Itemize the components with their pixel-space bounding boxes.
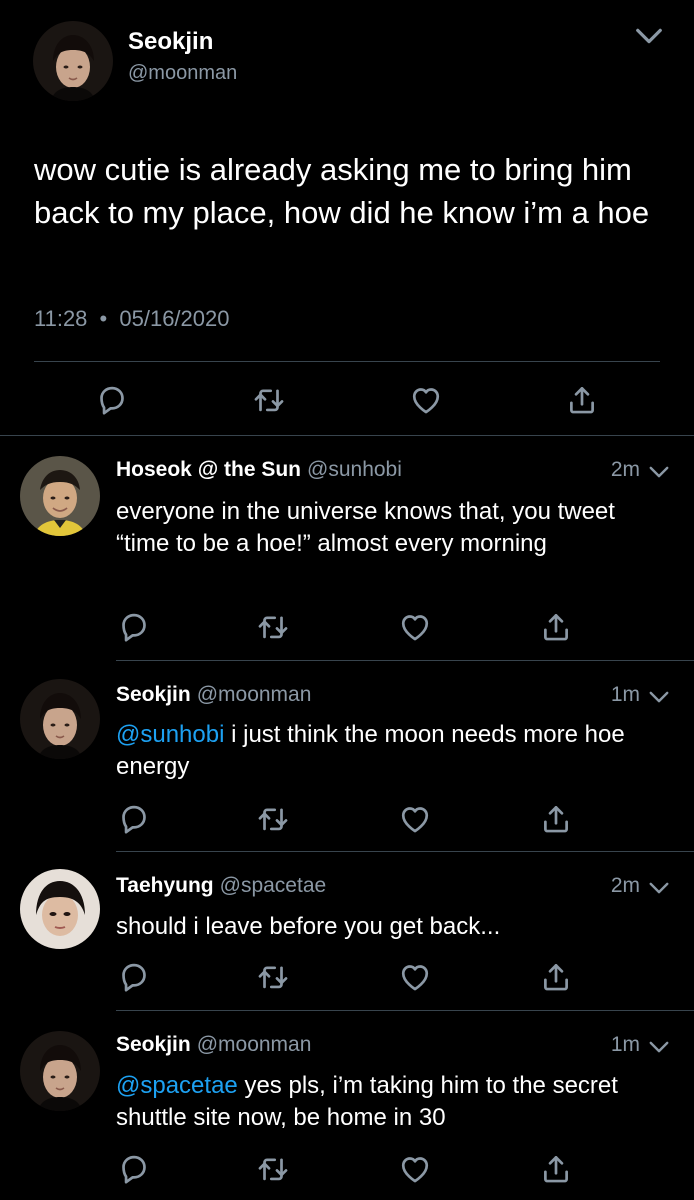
heart-icon[interactable]: [398, 610, 432, 644]
main-tweet: Seokjin @moonman wow cutie is already as…: [0, 0, 694, 435]
avatar[interactable]: [20, 1031, 100, 1111]
author-name[interactable]: Hoseok @ the Sun: [116, 458, 301, 481]
heart-icon[interactable]: [409, 383, 443, 417]
reply-text: @sunhobi i just think the moon needs mor…: [116, 719, 646, 783]
retweet-icon[interactable]: [252, 383, 286, 417]
chevron-down-icon[interactable]: [648, 1038, 670, 1056]
reply-icon[interactable]: [117, 960, 151, 994]
reply-author: Hoseok @ the Sun @sunhobi: [116, 458, 402, 482]
reply-icon[interactable]: [117, 610, 151, 644]
reply-tweet[interactable]: Hoseok @ the Sun @sunhobi 2m everyone in …: [0, 436, 694, 660]
reply-time: 1m: [610, 683, 640, 706]
reply-icon[interactable]: [95, 383, 129, 417]
tweet-timestamp: 11:28 • 05/16/2020: [34, 306, 229, 332]
reply-mention[interactable]: @sunhobi: [116, 721, 224, 748]
share-icon[interactable]: [539, 610, 573, 644]
share-icon[interactable]: [539, 960, 573, 994]
retweet-icon[interactable]: [256, 802, 290, 836]
share-icon[interactable]: [565, 383, 599, 417]
reply-author: Taehyung @spacetae: [116, 874, 326, 898]
retweet-icon[interactable]: [256, 1152, 290, 1186]
timestamp-separator: •: [99, 306, 108, 331]
reply-time: 2m: [610, 458, 640, 481]
reply-icon[interactable]: [117, 1152, 151, 1186]
chevron-down-icon[interactable]: [648, 688, 670, 706]
retweet-icon[interactable]: [256, 610, 290, 644]
author-name[interactable]: Seokjin: [116, 683, 191, 706]
author-name[interactable]: Seokjin: [116, 1033, 191, 1056]
share-icon[interactable]: [539, 1152, 573, 1186]
author-handle[interactable]: @sunhobi: [307, 458, 402, 481]
reply-author: Seokjin @moonman: [116, 683, 311, 707]
author-name[interactable]: Seokjin: [128, 28, 213, 56]
chevron-down-icon[interactable]: [648, 879, 670, 897]
avatar[interactable]: [20, 869, 100, 949]
reply-time: 1m: [610, 1033, 640, 1056]
heart-icon[interactable]: [398, 960, 432, 994]
reply-text: everyone in the universe knows that, you…: [116, 498, 615, 557]
author-handle[interactable]: @moonman: [197, 1033, 312, 1056]
reply-icon[interactable]: [117, 802, 151, 836]
avatar[interactable]: [20, 456, 100, 536]
tweet-text: wow cutie is already asking me to bring …: [34, 152, 650, 230]
reply-time: 2m: [610, 874, 640, 897]
reply-text: should i leave before you get back...: [116, 913, 501, 940]
tweet-date: 05/16/2020: [119, 306, 230, 331]
retweet-icon[interactable]: [256, 960, 290, 994]
author-handle[interactable]: @moonman: [197, 683, 312, 706]
share-icon[interactable]: [539, 802, 573, 836]
divider: [34, 361, 660, 362]
author-name[interactable]: Taehyung: [116, 874, 214, 897]
reply-author: Seokjin @moonman: [116, 1033, 311, 1057]
chevron-down-icon[interactable]: [634, 24, 664, 48]
avatar[interactable]: [20, 679, 100, 759]
reply-tweet[interactable]: Seokjin @moonman 1m @spacetae yes pls, i’…: [0, 1011, 694, 1200]
chevron-down-icon[interactable]: [648, 463, 670, 481]
reply-tweet[interactable]: Taehyung @spacetae 2m should i leave befo…: [0, 852, 694, 1010]
avatar[interactable]: [33, 21, 113, 101]
author-handle[interactable]: @moonman: [128, 62, 237, 85]
reply-text: @spacetae yes pls, i’m taking him to the…: [116, 1070, 636, 1134]
reply-tweet[interactable]: Seokjin @moonman 1m @sunhobi i just think…: [0, 661, 694, 851]
author-handle[interactable]: @spacetae: [220, 874, 327, 897]
tweet-time: 11:28: [34, 306, 88, 331]
heart-icon[interactable]: [398, 802, 432, 836]
reply-mention[interactable]: @spacetae: [116, 1072, 238, 1099]
heart-icon[interactable]: [398, 1152, 432, 1186]
